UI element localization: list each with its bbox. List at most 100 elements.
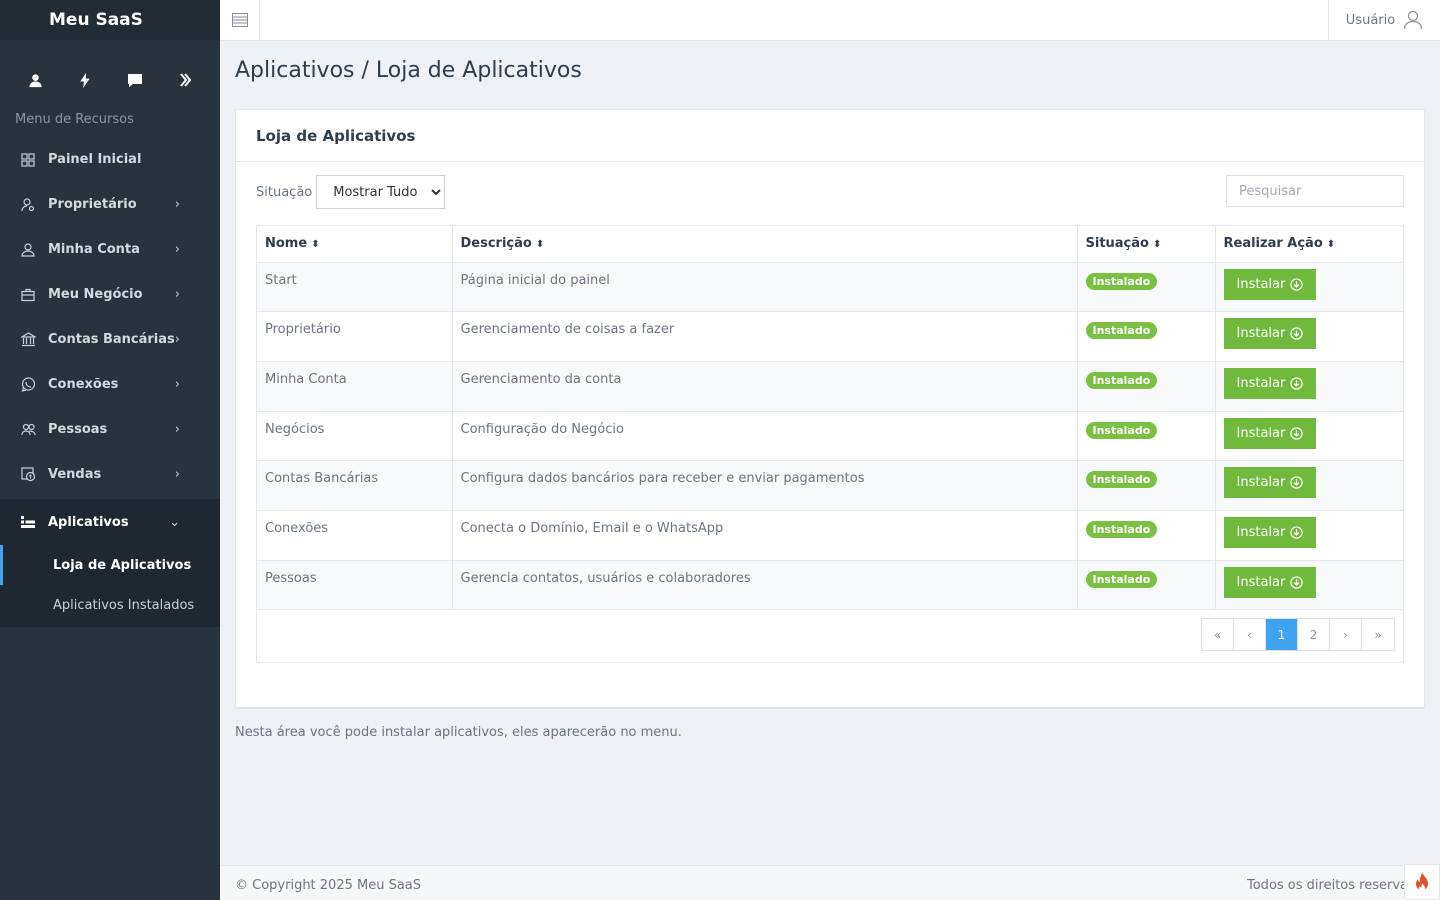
sidebar-item-painel-inicial[interactable]: Painel Inicial bbox=[0, 137, 220, 182]
brand-logo[interactable]: Meu SaaS bbox=[0, 0, 220, 40]
cell-name: Pessoas bbox=[257, 560, 453, 611]
filter-label: Situação bbox=[256, 184, 313, 200]
sidebar-item-label: Minha Conta bbox=[48, 242, 140, 257]
page-next-button[interactable]: › bbox=[1330, 619, 1362, 650]
install-button[interactable]: Instalar bbox=[1223, 566, 1317, 598]
cell-action: Instalar bbox=[1215, 411, 1403, 462]
person-icon bbox=[20, 242, 36, 258]
install-button[interactable]: Instalar bbox=[1223, 417, 1317, 449]
cell-description: Gerencia contatos, usuários e colaborado… bbox=[452, 560, 1078, 611]
menu-title: Menu de Recursos bbox=[15, 112, 134, 127]
sidebar-item-label: Proprietário bbox=[48, 197, 137, 212]
pagination: « ‹ 1 2 › » bbox=[1201, 618, 1395, 651]
page-last-button[interactable]: » bbox=[1362, 619, 1394, 650]
sidebar-item-label: Aplicativos bbox=[48, 514, 129, 530]
page-title: Aplicativos / Loja de Aplicativos bbox=[235, 58, 582, 83]
download-circle-icon bbox=[1290, 327, 1304, 340]
sidebar-item-label: Pessoas bbox=[48, 422, 108, 437]
sidebar-item-vendas[interactable]: Vendas › bbox=[0, 452, 220, 497]
status-badge: Instalado bbox=[1085, 471, 1158, 489]
apps-table-wrapper: Nome ⬍ Descrição ⬍ Situação ⬍ Realizar Ação… bbox=[256, 225, 1404, 663]
cell-action: Instalar bbox=[1215, 361, 1403, 412]
cell-status: Instalado bbox=[1077, 361, 1216, 412]
status-badge: Instalado bbox=[1085, 272, 1158, 290]
chevron-right-icon: › bbox=[174, 197, 180, 212]
cell-status: Instalado bbox=[1077, 560, 1216, 611]
sidebar-item-contas-bancarias[interactable]: Contas Bancárias › bbox=[0, 317, 220, 362]
menu-toggle-button[interactable] bbox=[220, 0, 260, 40]
download-circle-icon bbox=[1290, 277, 1304, 291]
fire-icon[interactable] bbox=[1404, 864, 1440, 900]
status-badge: Instalado bbox=[1085, 421, 1158, 439]
sidebar-item-label: Painel Inicial bbox=[48, 152, 142, 167]
install-button[interactable]: Instalar bbox=[1223, 467, 1317, 499]
install-button[interactable]: Instalar bbox=[1223, 318, 1317, 350]
table-row: Pessoas Gerencia contatos, usuários e col… bbox=[257, 560, 1403, 611]
sidebar-subitem-loja[interactable]: Loja de Aplicativos bbox=[0, 545, 220, 585]
column-header-acao[interactable]: Realizar Ação ⬍ bbox=[1215, 226, 1403, 263]
status-badge: Instalado bbox=[1085, 322, 1158, 340]
sidebar-item-minha-conta[interactable]: Minha Conta › bbox=[0, 227, 220, 272]
cell-description: Página inicial do painel bbox=[452, 262, 1078, 313]
chevron-right-icon: › bbox=[174, 422, 180, 437]
hamburger-icon bbox=[231, 13, 248, 27]
search-input[interactable] bbox=[1226, 175, 1404, 207]
page-2-button[interactable]: 2 bbox=[1298, 619, 1330, 650]
page-first-button[interactable]: « bbox=[1202, 619, 1234, 650]
column-header-descricao[interactable]: Descrição ⬍ bbox=[452, 226, 1078, 263]
table-row: Proprietário Gerenciamento de coisas a fa… bbox=[257, 311, 1403, 362]
column-header-situacao[interactable]: Situação ⬍ bbox=[1077, 226, 1216, 263]
sidebar-item-proprietario[interactable]: Proprietário › bbox=[0, 182, 220, 227]
sidebar-item-label: Conexões bbox=[48, 377, 119, 392]
sort-icon: ⬍ bbox=[1152, 239, 1162, 251]
sidebar-item-meu-negocio[interactable]: Meu Negócio › bbox=[0, 272, 220, 317]
cell-name: Conexões bbox=[257, 510, 453, 561]
page-1-button[interactable]: 1 bbox=[1266, 619, 1298, 650]
install-button[interactable]: Instalar bbox=[1223, 367, 1317, 399]
cell-description: Configuração do Negócio bbox=[452, 411, 1078, 462]
sidebar-item-label: Meu Negócio bbox=[48, 287, 143, 302]
chevron-down-icon: ⌄ bbox=[169, 514, 180, 530]
table-row: Minha Conta Gerenciamento da conta Instala… bbox=[257, 361, 1403, 412]
sidebar-item-conexoes[interactable]: Conexões › bbox=[0, 362, 220, 407]
user-icon[interactable] bbox=[20, 73, 50, 88]
status-filter-select[interactable]: Mostrar Tudo bbox=[316, 175, 446, 209]
download-circle-icon bbox=[1290, 575, 1304, 589]
column-header-nome[interactable]: Nome ⬍ bbox=[257, 226, 453, 263]
grid-icon bbox=[20, 152, 36, 168]
bolt-icon[interactable] bbox=[70, 72, 100, 88]
user-label: Usuário bbox=[1345, 12, 1396, 28]
footer-rights: Todos os direitos reservados bbox=[1247, 878, 1404, 893]
chevron-right-icon: › bbox=[174, 287, 180, 302]
install-button[interactable]: Instalar bbox=[1223, 516, 1317, 548]
sales-icon bbox=[20, 467, 36, 483]
sidebar-item-aplicativos[interactable]: Aplicativos ⌄ bbox=[0, 499, 220, 545]
cell-status: Instalado bbox=[1077, 311, 1216, 362]
install-button[interactable]: Instalar bbox=[1223, 268, 1317, 300]
user-outline-icon bbox=[1404, 10, 1423, 30]
table-row: Negócios Configuração do Negócio Instalado… bbox=[257, 411, 1403, 462]
user-key-icon bbox=[20, 197, 36, 213]
cell-description: Configura dados bancários para receber e… bbox=[452, 460, 1078, 511]
quick-actions bbox=[0, 40, 220, 120]
chevron-right-icon: › bbox=[174, 332, 180, 347]
download-circle-icon bbox=[1290, 476, 1304, 489]
cell-action: Instalar bbox=[1215, 510, 1403, 561]
cell-description: Gerenciamento da conta bbox=[452, 361, 1078, 412]
cell-description: Conecta o Domínio, Email e o WhatsApp bbox=[452, 510, 1078, 561]
table-row: Contas Bancárias Configura dados bancário… bbox=[257, 460, 1403, 511]
whatsapp-icon bbox=[20, 377, 36, 393]
sidebar-item-label: Contas Bancárias bbox=[48, 332, 175, 347]
chat-icon[interactable] bbox=[120, 73, 150, 88]
table-row: Conexões Conecta o Domínio, Email e o Wha… bbox=[257, 510, 1403, 561]
cell-name: Minha Conta bbox=[257, 361, 453, 412]
people-icon bbox=[20, 422, 36, 438]
chevron-right-icon: › bbox=[174, 242, 180, 257]
page-prev-button[interactable]: ‹ bbox=[1234, 619, 1266, 650]
expand-icon[interactable] bbox=[170, 73, 200, 87]
sidebar-subitem-instalados[interactable]: Aplicativos Instalados bbox=[0, 585, 220, 625]
download-circle-icon bbox=[1290, 426, 1304, 440]
app-store-card: Loja de Aplicativos Situação Mostrar Tud… bbox=[235, 109, 1425, 709]
user-menu[interactable]: Usuário bbox=[1328, 0, 1440, 40]
sidebar-item-pessoas[interactable]: Pessoas › bbox=[0, 407, 220, 452]
